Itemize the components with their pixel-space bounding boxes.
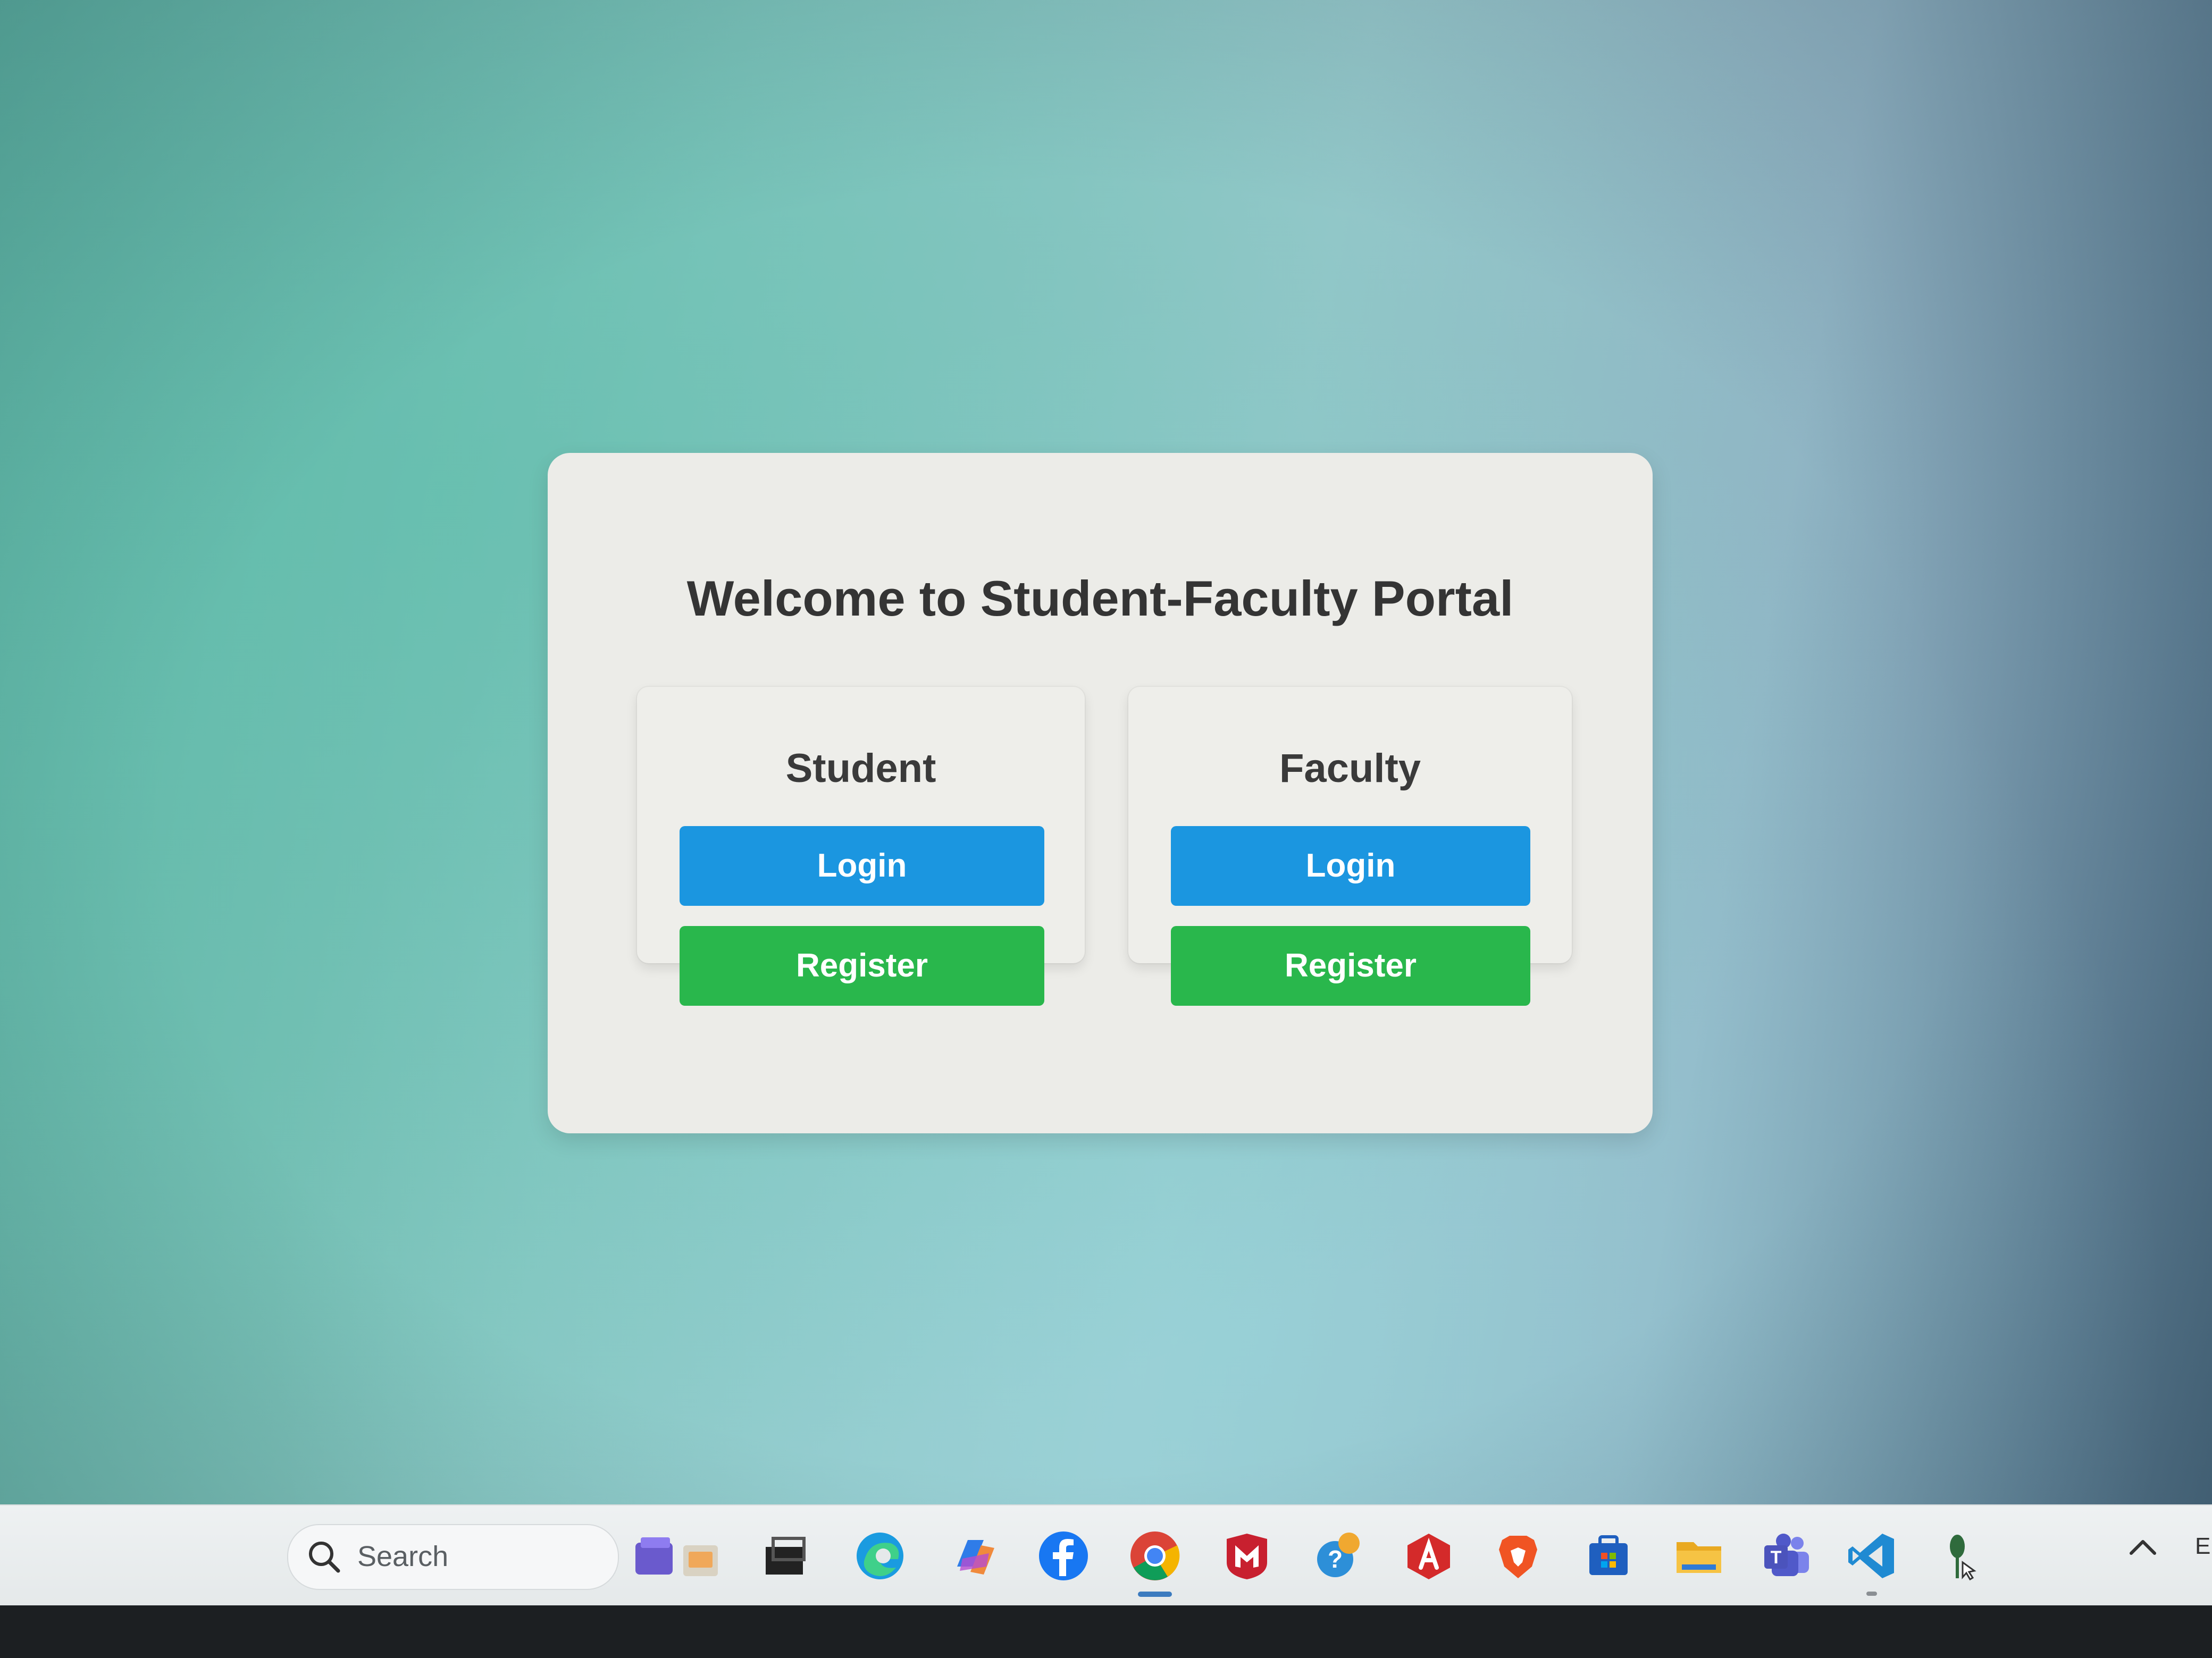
svg-text:T: T <box>1771 1547 1782 1568</box>
faculty-login-button[interactable]: Login <box>1171 826 1530 906</box>
brave-icon[interactable] <box>1492 1529 1545 1583</box>
student-card: Student Login Register <box>637 687 1085 1006</box>
mcafee-icon[interactable] <box>1220 1529 1273 1583</box>
pin-app-icon[interactable] <box>1933 1529 1986 1583</box>
monitor-bezel <box>0 1605 2212 1658</box>
chevron-up-icon[interactable] <box>2122 1527 2164 1569</box>
vscode-icon[interactable] <box>1845 1529 1898 1583</box>
start-icon[interactable] <box>205 1529 253 1577</box>
tray-language-label[interactable]: EI <box>2195 1533 2212 1560</box>
faculty-card: Faculty Login Register <box>1128 687 1572 1006</box>
copilot-icon[interactable] <box>946 1529 1000 1583</box>
portal-card: Welcome to Student-Faculty Portal Studen… <box>548 453 1653 1133</box>
taskbar: Search ? T E <box>0 1504 2212 1606</box>
svg-text:?: ? <box>1328 1545 1343 1573</box>
task-view-icon[interactable] <box>758 1529 811 1583</box>
faculty-heading: Faculty <box>1279 746 1421 791</box>
student-register-button[interactable]: Register <box>680 926 1044 1006</box>
page-title: Welcome to Student-Faculty Portal <box>686 570 1514 626</box>
student-heading: Student <box>785 746 936 791</box>
acrobat-icon[interactable] <box>1402 1529 1455 1583</box>
vscode-open-indicator <box>1866 1592 1877 1596</box>
taskbar-search[interactable]: Search <box>287 1524 619 1590</box>
facebook-icon[interactable] <box>1037 1529 1090 1583</box>
store-icon[interactable] <box>1582 1529 1635 1583</box>
desktop: Welcome to Student-Faculty Portal Studen… <box>0 0 2212 1658</box>
search-label: Search <box>357 1541 449 1572</box>
widgets-icon[interactable] <box>627 1529 728 1583</box>
search-icon <box>304 1537 345 1577</box>
chrome-icon[interactable] <box>1128 1529 1182 1583</box>
file-explorer-icon[interactable] <box>1672 1529 1725 1583</box>
faculty-register-button[interactable]: Register <box>1171 926 1530 1006</box>
chrome-active-indicator <box>1138 1592 1172 1597</box>
help-icon[interactable]: ? <box>1311 1529 1364 1583</box>
student-login-button[interactable]: Login <box>680 826 1044 906</box>
edge-icon[interactable] <box>853 1529 907 1583</box>
teams-icon[interactable]: T <box>1760 1529 1813 1583</box>
